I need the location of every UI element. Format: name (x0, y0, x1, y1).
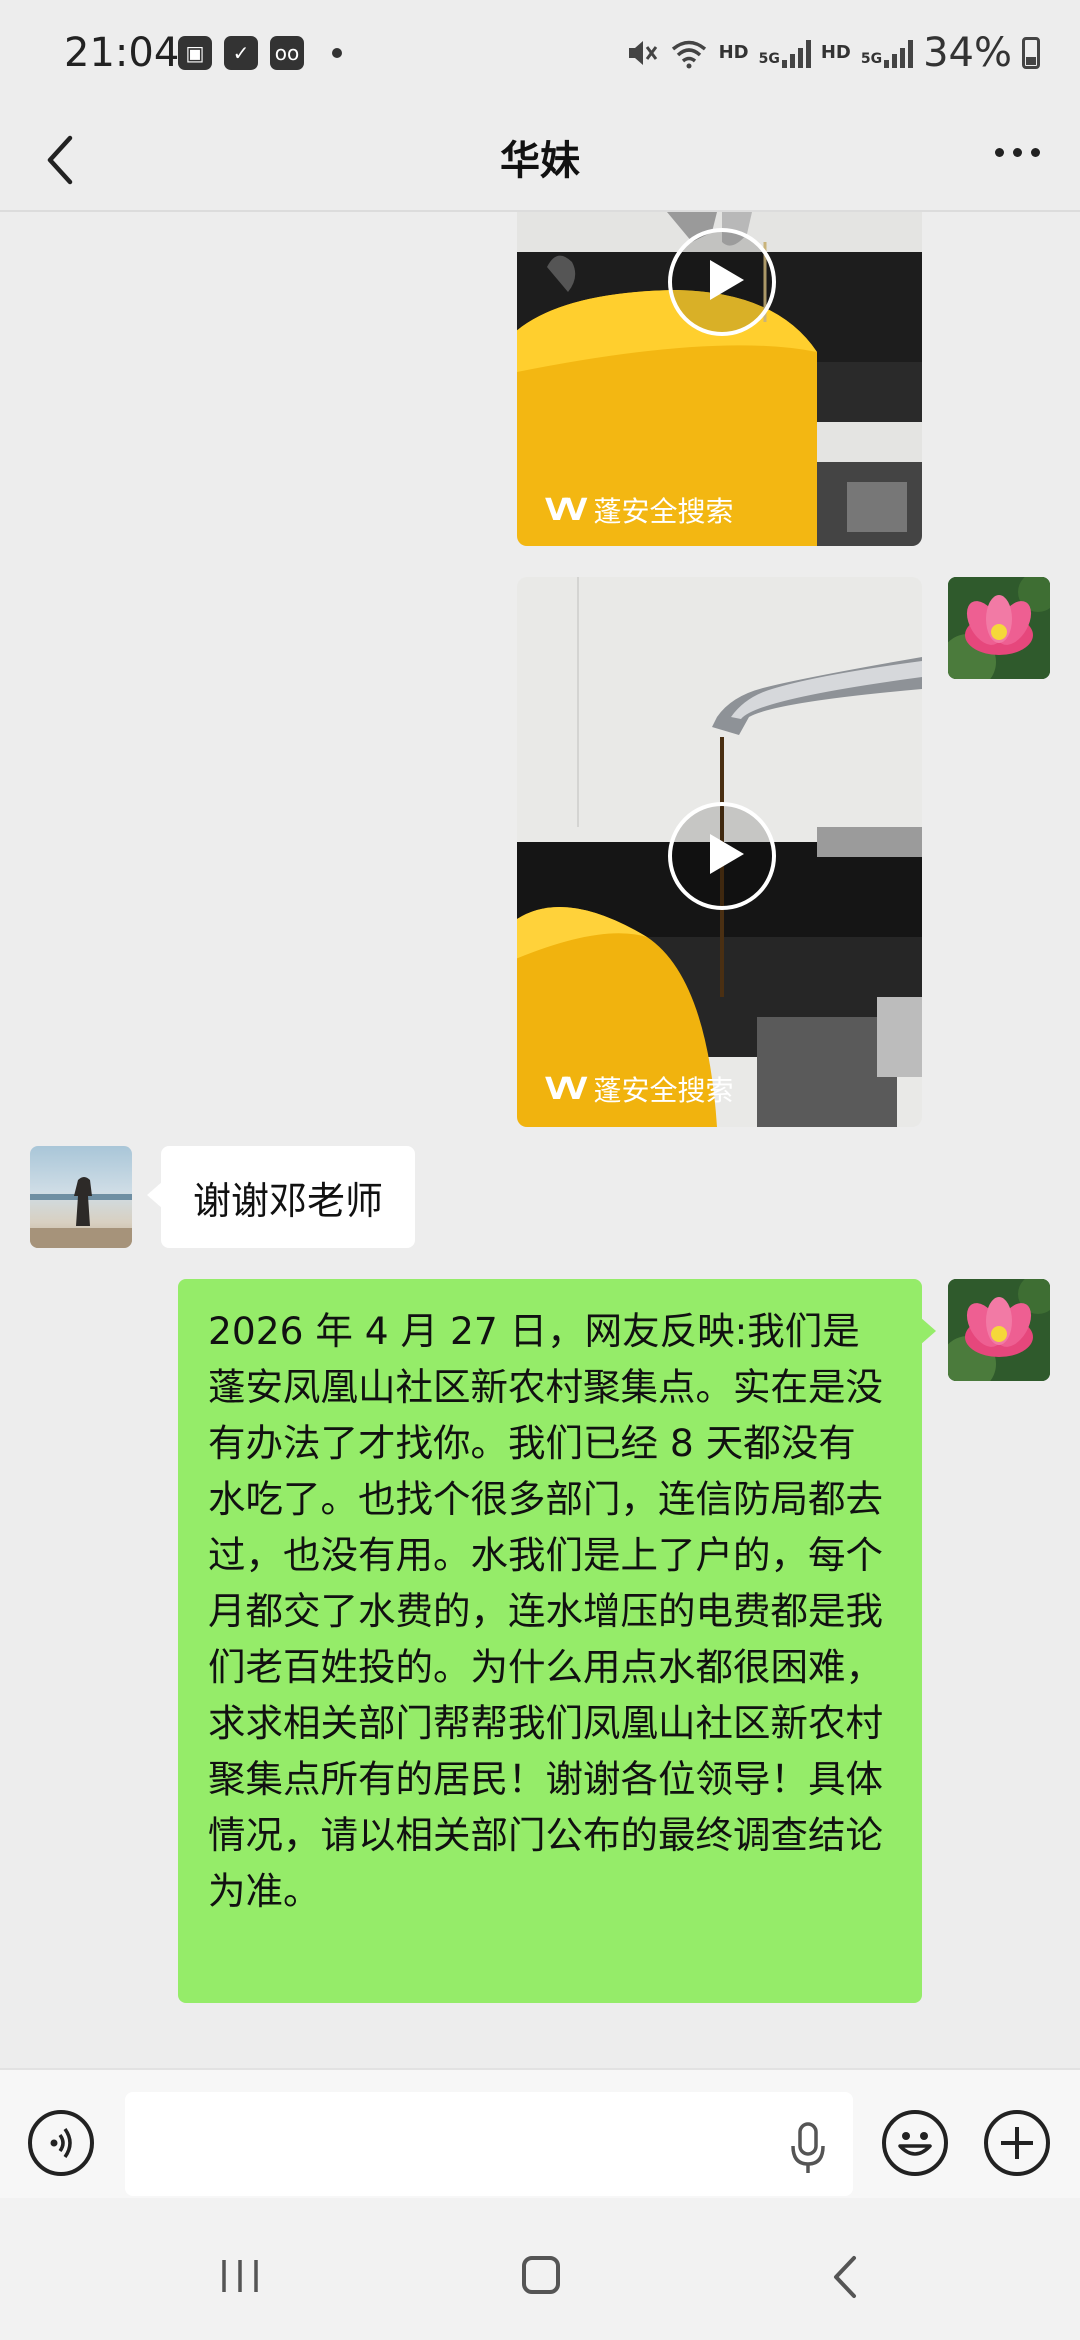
my-avatar[interactable] (948, 1279, 1050, 1381)
video-watermark-text-1: 蓬安全搜索 (593, 495, 734, 528)
my-avatar[interactable] (948, 577, 1050, 679)
signal-bars-1-icon (781, 38, 811, 68)
signal-bars-2-icon (884, 38, 914, 68)
voice-mode-button[interactable] (28, 2110, 94, 2176)
chat-title: 华妹 (500, 138, 580, 184)
watermark-logo-icon: VV (545, 492, 587, 528)
signal-1: 5G (759, 38, 811, 68)
voice-wave-icon (50, 2127, 72, 2159)
hd-label-2: HD (820, 42, 851, 63)
message-list[interactable]: VV 蓬安全搜索 VV 蓬安全搜索 谢谢邓老师 2026 年 4 月 27 日，… (0, 212, 1080, 2068)
lotus-avatar-image (948, 1279, 1050, 1381)
plus-icon (1001, 2127, 1033, 2159)
received-message-bubble[interactable]: 谢谢邓老师 (146, 1146, 416, 1248)
received-message-text: 谢谢邓老师 (193, 1178, 384, 1223)
emoji-button[interactable] (882, 2110, 948, 2176)
home-icon[interactable] (522, 2256, 560, 2294)
notification-icons: ▣ ✓ oo (178, 36, 342, 70)
check-notification-icon: ✓ (224, 36, 258, 70)
more-functions-button[interactable] (984, 2110, 1050, 2176)
battery-icon (1022, 37, 1040, 69)
more-notifications-dot-icon (332, 48, 342, 58)
message-input-bar (0, 2068, 1080, 2200)
system-back-icon[interactable] (828, 2252, 862, 2302)
battery-percent: 34% (923, 30, 1012, 76)
hd-label-1: HD (718, 42, 749, 63)
recent-apps-icon[interactable] (218, 2256, 262, 2296)
watermark-logo-icon: VV (545, 1071, 587, 1107)
play-icon[interactable] (667, 228, 776, 336)
status-time: 21:04 (64, 30, 180, 76)
wifi-icon (671, 40, 706, 69)
image-notification-icon: ▣ (178, 36, 212, 70)
video-watermark-text-2: 蓬安全搜索 (593, 1074, 734, 1107)
more-options-icon[interactable] (995, 148, 1040, 157)
contact-avatar[interactable] (30, 1146, 132, 1248)
status-right: HD 5G HD 5G 34% (625, 30, 1040, 76)
video-watermark-1: VV 蓬安全搜索 (545, 490, 733, 530)
beach-avatar-image (30, 1177, 132, 1248)
voicemail-icon: oo (270, 36, 304, 70)
video-message-1[interactable]: VV 蓬安全搜索 (517, 212, 922, 546)
chat-header: 华妹 (0, 118, 1080, 210)
signal-2: 5G (860, 38, 914, 68)
smiley-icon (898, 2132, 932, 2156)
status-bar: 21:04 ▣ ✓ oo HD 5G HD 5G 34% (0, 0, 1080, 118)
video-watermark-2: VV 蓬安全搜索 (545, 1069, 733, 1109)
lotus-avatar-image (948, 577, 1050, 679)
message-text-input[interactable] (125, 2092, 853, 2196)
play-icon[interactable] (667, 802, 776, 910)
sent-message-text: 2026 年 4 月 27 日，网友反映:我们是蓬安凤凰山社区新农村聚集点。实在… (208, 1309, 883, 1913)
network-label-2: 5G (860, 51, 883, 67)
mute-icon (628, 41, 657, 65)
sent-message-bubble[interactable]: 2026 年 4 月 27 日，网友反映:我们是蓬安凤凰山社区新农村聚集点。实在… (178, 1279, 936, 2003)
microphone-icon[interactable] (788, 2120, 828, 2176)
system-navigation-bar (0, 2198, 1080, 2340)
video-message-2[interactable]: VV 蓬安全搜索 (517, 577, 922, 1127)
network-label-1: 5G (758, 51, 780, 67)
